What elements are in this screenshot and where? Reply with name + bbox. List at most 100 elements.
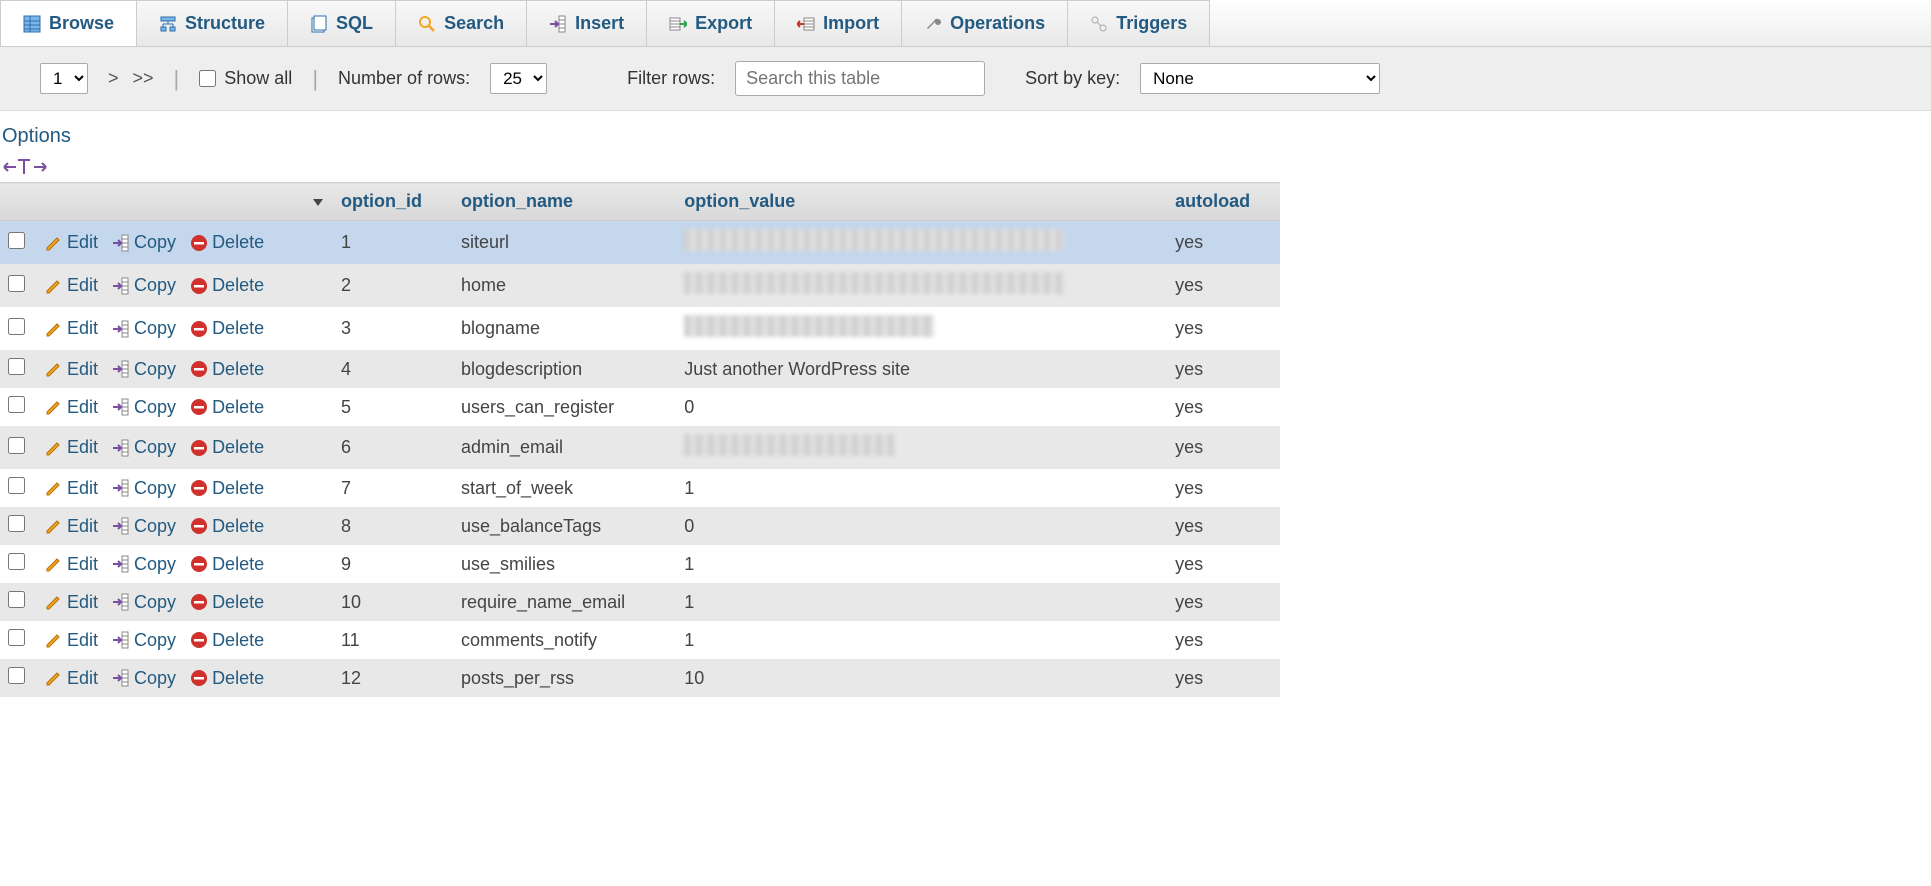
cell-autoload: yes [1167, 221, 1280, 265]
row-checkbox[interactable] [8, 396, 25, 413]
cell-option-id: 9 [333, 545, 453, 583]
delete-label: Delete [212, 275, 264, 296]
table-row: EditCopyDelete3blognameyes [0, 307, 1280, 350]
copy-button[interactable]: Copy [108, 554, 180, 575]
cell-option-name: start_of_week [453, 469, 676, 507]
copy-button[interactable]: Copy [108, 437, 180, 458]
edit-button[interactable]: Edit [41, 592, 102, 613]
edit-button[interactable]: Edit [41, 275, 102, 296]
tab-structure[interactable]: Structure [136, 0, 288, 46]
col-checkbox [0, 183, 33, 221]
delete-button[interactable]: Delete [186, 478, 268, 499]
edit-button[interactable]: Edit [41, 516, 102, 537]
edit-button[interactable]: Edit [41, 554, 102, 575]
col-autoload[interactable]: autoload [1167, 183, 1280, 221]
options-link[interactable]: Options [0, 111, 1931, 154]
copy-button[interactable]: Copy [108, 397, 180, 418]
tab-operations[interactable]: Operations [901, 0, 1068, 46]
tab-insert[interactable]: Insert [526, 0, 647, 46]
table-icon [23, 15, 41, 33]
copy-label: Copy [134, 359, 176, 380]
tab-sql[interactable]: SQL [287, 0, 396, 46]
delete-button[interactable]: Delete [186, 275, 268, 296]
tab-browse[interactable]: Browse [0, 0, 137, 46]
edit-button[interactable]: Edit [41, 437, 102, 458]
row-checkbox[interactable] [8, 667, 25, 684]
page-select[interactable]: 1 [40, 63, 88, 94]
delete-button[interactable]: Delete [186, 437, 268, 458]
copy-button[interactable]: Copy [108, 630, 180, 651]
tab-search[interactable]: Search [395, 0, 527, 46]
copy-button[interactable]: Copy [108, 592, 180, 613]
copy-label: Copy [134, 275, 176, 296]
col-option-name[interactable]: option_name [453, 183, 676, 221]
edit-label: Edit [67, 668, 98, 689]
row-checkbox[interactable] [8, 553, 25, 570]
cell-option-value: 1 [676, 583, 1167, 621]
row-checkbox[interactable] [8, 515, 25, 532]
sort-by-key-label: Sort by key: [1025, 68, 1120, 89]
copy-button[interactable]: Copy [108, 318, 180, 339]
tab-import[interactable]: Import [774, 0, 902, 46]
cell-option-name: siteurl [453, 221, 676, 265]
row-checkbox[interactable] [8, 437, 25, 454]
row-checkbox[interactable] [8, 275, 25, 292]
delete-button[interactable]: Delete [186, 318, 268, 339]
edit-button[interactable]: Edit [41, 397, 102, 418]
delete-button[interactable]: Delete [186, 630, 268, 651]
edit-button[interactable]: Edit [41, 359, 102, 380]
table-row: EditCopyDelete8use_balanceTags0yes [0, 507, 1280, 545]
pencil-icon [45, 631, 63, 649]
edit-label: Edit [67, 478, 98, 499]
sort-by-key-select[interactable]: None [1140, 63, 1380, 94]
delete-button[interactable]: Delete [186, 592, 268, 613]
filter-rows-input[interactable] [735, 61, 985, 96]
edit-button[interactable]: Edit [41, 318, 102, 339]
delete-button[interactable]: Delete [186, 232, 268, 253]
tab-label: Browse [49, 13, 114, 34]
tab-triggers[interactable]: Triggers [1067, 0, 1210, 46]
cell-option-name: admin_email [453, 426, 676, 469]
last-page-button[interactable]: >> [133, 68, 154, 89]
cell-autoload: yes [1167, 426, 1280, 469]
copy-button[interactable]: Copy [108, 275, 180, 296]
edit-button[interactable]: Edit [41, 630, 102, 651]
copy-button[interactable]: Copy [108, 232, 180, 253]
show-all-checkbox[interactable] [199, 70, 216, 87]
edit-button[interactable]: Edit [41, 478, 102, 499]
tab-export[interactable]: Export [646, 0, 775, 46]
delete-button[interactable]: Delete [186, 516, 268, 537]
col-option-id[interactable]: option_id [333, 183, 453, 221]
edit-button[interactable]: Edit [41, 232, 102, 253]
row-checkbox[interactable] [8, 629, 25, 646]
row-checkbox[interactable] [8, 318, 25, 335]
copy-button[interactable]: Copy [108, 516, 180, 537]
import-icon [797, 15, 815, 33]
pencil-icon [45, 320, 63, 338]
copy-button[interactable]: Copy [108, 359, 180, 380]
copy-button[interactable]: Copy [108, 668, 180, 689]
row-checkbox[interactable] [8, 477, 25, 494]
pencil-icon [45, 360, 63, 378]
show-all-label[interactable]: Show all [199, 68, 292, 89]
row-checkbox[interactable] [8, 591, 25, 608]
delete-button[interactable]: Delete [186, 554, 268, 575]
delete-label: Delete [212, 630, 264, 651]
text-tool-icon[interactable] [2, 156, 72, 178]
row-checkbox[interactable] [8, 358, 25, 375]
delete-button[interactable]: Delete [186, 397, 268, 418]
delete-button[interactable]: Delete [186, 359, 268, 380]
row-checkbox[interactable] [8, 232, 25, 249]
rows-select[interactable]: 25 [490, 63, 547, 94]
edit-button[interactable]: Edit [41, 668, 102, 689]
pencil-icon [45, 555, 63, 573]
next-page-button[interactable]: > [108, 68, 119, 89]
sort-desc-icon[interactable] [311, 195, 325, 209]
delete-button[interactable]: Delete [186, 668, 268, 689]
delete-label: Delete [212, 397, 264, 418]
col-option-value[interactable]: option_value [676, 183, 1167, 221]
top-tabs: Browse Structure SQL Search Insert Expor… [0, 0, 1931, 47]
copy-button[interactable]: Copy [108, 478, 180, 499]
insert-icon [112, 277, 130, 295]
delete-label: Delete [212, 232, 264, 253]
